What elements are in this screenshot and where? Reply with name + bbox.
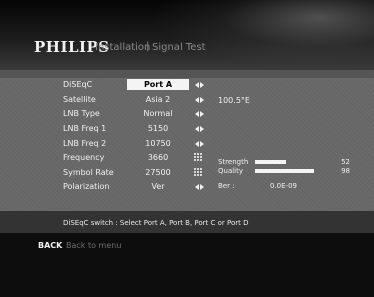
back-button[interactable]: BACK [38,241,62,251]
arrows-icon[interactable] [192,139,206,149]
signal-test-screen: PHILIPS Installation | Signal Test DiSEq… [0,0,374,297]
setting-value-symbol-rate[interactable]: 27500 [127,167,189,178]
quality-meter-fill [255,169,314,173]
arrows-icon[interactable] [192,80,206,90]
hint-text: DiSEqC switch : Select Port A, Port B, P… [63,219,249,227]
setting-label-symbol-rate: Symbol Rate [63,168,114,177]
breadcrumb-separator: | [146,41,150,52]
setting-label-polarization: Polarization [63,182,110,191]
setting-value-diseqc[interactable]: Port A [127,79,189,90]
setting-value-satellite[interactable]: Asia 2 [127,94,189,105]
setting-label-satellite: Satellite [63,95,96,104]
setting-value-lnb-freq-2[interactable]: 10750 [127,138,189,149]
page-title: Signal Test [152,42,206,53]
strength-meter-fill [255,160,287,164]
ber-value: 0.0E-09 [270,182,297,190]
keypad-icon [194,168,203,177]
setting-value-lnb-type[interactable]: Normal [127,108,189,119]
quality-value: 98 [341,167,350,175]
setting-label-diseqc: DiSEqC [63,80,93,89]
setting-label-frequency: Frequency [63,153,105,162]
strength-meter [255,160,315,164]
setting-value-lnb-freq-1[interactable]: 5150 [127,123,189,134]
setting-label-lnb-type: LNB Type [63,109,100,118]
strength-value: 52 [341,158,350,166]
header-divider-band [0,70,374,78]
header-bar: PHILIPS Installation | Signal Test [0,0,374,70]
setting-label-lnb-freq-2: LNB Freq 2 [63,139,107,148]
setting-value-frequency[interactable]: 3660 [127,152,189,163]
arrows-icon[interactable] [192,124,206,134]
quality-label: Quality [218,167,244,175]
ber-label: Ber : [218,182,235,190]
keypad-icon [194,153,203,162]
setting-value-polarization[interactable]: Ver [127,181,189,192]
breadcrumb-installation: Installation [95,42,151,53]
quality-meter [255,169,315,173]
header-gloss-decoration [150,0,374,70]
orbital-position: 100.5°E [218,96,250,105]
setting-label-lnb-freq-1: LNB Freq 1 [63,124,107,133]
arrows-icon[interactable] [192,95,206,105]
back-to-menu-label: Back to menu [66,241,122,250]
arrows-icon[interactable] [192,109,206,119]
arrows-icon[interactable] [192,182,206,192]
strength-label: Strength [218,158,249,166]
